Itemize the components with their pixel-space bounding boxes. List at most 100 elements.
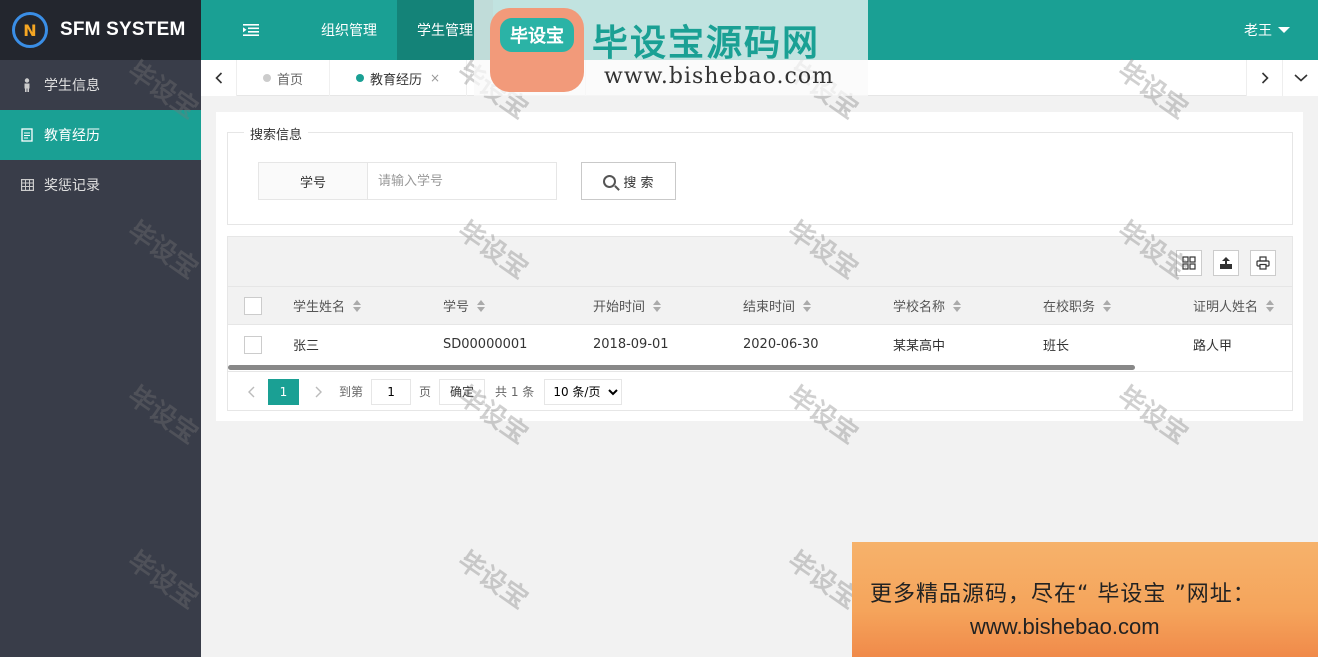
sort-icon xyxy=(1103,299,1112,312)
goto-page-input[interactable] xyxy=(371,378,412,405)
cell-witness-name: 路人甲 xyxy=(1193,339,1233,354)
row-checkbox[interactable] xyxy=(244,335,262,354)
sort-icon xyxy=(1266,299,1275,312)
tab-scroll-right-button[interactable] xyxy=(1246,60,1282,96)
main-panel: 搜索信息 学号 搜 索 学生姓名 学号 开始时间 结束时间 xyxy=(216,112,1303,421)
document-icon xyxy=(20,128,34,142)
table-toolbar xyxy=(228,237,1292,287)
col-student-id[interactable]: 学号 xyxy=(443,296,486,315)
col-label: 学号 xyxy=(443,300,470,315)
goto-label: 到第 xyxy=(339,385,364,399)
col-end-date[interactable]: 结束时间 xyxy=(743,296,812,315)
top-header: 组织管理 学生管理 老王 xyxy=(201,0,1318,60)
sort-icon xyxy=(653,299,662,312)
cell-position: 班长 xyxy=(1043,339,1070,354)
col-position[interactable]: 在校职务 xyxy=(1043,296,1112,315)
column-filter-button[interactable] xyxy=(1176,250,1202,276)
tab-dot-icon xyxy=(356,74,365,82)
student-id-input[interactable] xyxy=(368,163,556,199)
select-all-checkbox-cell xyxy=(244,296,262,315)
tab-label: 教育经历 xyxy=(370,72,423,88)
col-student-name[interactable]: 学生姓名 xyxy=(293,296,362,315)
chevron-down-icon xyxy=(1293,74,1308,82)
table-row[interactable]: 张三 SD00000001 2018-09-01 2020-06-30 某某高中… xyxy=(228,325,1292,364)
promo-line-2: www.bishebao.com xyxy=(970,614,1160,639)
sidebar-item-education[interactable]: 教育经历 xyxy=(0,110,201,160)
print-button[interactable] xyxy=(1250,250,1276,276)
pagination: 1 到第 页 确定 共 1 条 10 条/页 xyxy=(228,371,1292,411)
col-label: 学生姓名 xyxy=(293,300,346,315)
tabs: 首页 教育经历 × 奖惩记录 xyxy=(237,60,587,96)
page-unit-label: 页 xyxy=(419,385,432,399)
cell-start-date: 2018-09-01 xyxy=(593,337,669,352)
chevron-right-icon xyxy=(1261,72,1269,84)
col-label: 结束时间 xyxy=(743,300,796,315)
chevron-left-icon xyxy=(214,72,222,84)
promo-banner: 更多精品源码，尽在“ 毕设宝 ”网址： www.bishebao.com xyxy=(852,542,1318,657)
tab-scroll-left-button[interactable] xyxy=(201,60,237,96)
tab-home[interactable]: 首页 xyxy=(237,60,331,96)
app-title: SFM SYSTEM xyxy=(60,19,186,40)
user-menu[interactable]: 老王 xyxy=(1244,0,1290,60)
prev-page-icon[interactable] xyxy=(238,386,264,398)
next-page-icon[interactable] xyxy=(305,386,331,398)
goto-ok-button[interactable]: 确定 xyxy=(439,378,486,405)
select-all-checkbox[interactable] xyxy=(244,296,262,315)
export-icon xyxy=(1220,257,1232,269)
tab-dot-icon xyxy=(263,74,271,82)
sidebar: 学生信息 教育经历 奖惩记录 xyxy=(0,60,201,657)
nav-org-management[interactable]: 组织管理 xyxy=(301,0,397,60)
col-school-name[interactable]: 学校名称 xyxy=(893,296,962,315)
tab-close-icon[interactable]: × xyxy=(430,71,440,85)
current-page[interactable]: 1 xyxy=(268,378,299,405)
search-legend: 搜索信息 xyxy=(244,124,309,143)
col-label: 在校职务 xyxy=(1043,300,1096,315)
table-header-row: 学生姓名 学号 开始时间 结束时间 学校名称 在校职务 证明人姓名 xyxy=(228,287,1292,325)
watermark-text: 毕设宝 xyxy=(782,545,864,616)
col-witness-name[interactable]: 证明人姓名 xyxy=(1193,296,1275,315)
col-label: 证明人姓名 xyxy=(1193,300,1259,315)
search-button-label: 搜 索 xyxy=(623,175,654,191)
logo-mark-icon: N xyxy=(12,12,48,48)
search-fieldset: 搜索信息 学号 搜 索 xyxy=(227,124,1293,225)
col-label: 学校名称 xyxy=(893,300,946,315)
sidebar-item-label: 教育经历 xyxy=(44,128,100,144)
menu-toggle-button[interactable] xyxy=(201,0,301,60)
sort-icon xyxy=(477,299,486,312)
col-start-date[interactable]: 开始时间 xyxy=(593,296,662,315)
row-checkbox-cell xyxy=(244,335,262,354)
data-table: 学生姓名 学号 开始时间 结束时间 学校名称 在校职务 证明人姓名 张三 SD0… xyxy=(227,236,1293,411)
sort-icon xyxy=(953,299,962,312)
cell-end-date: 2020-06-30 xyxy=(743,337,819,352)
columns-icon xyxy=(1182,256,1196,270)
tab-education[interactable]: 教育经历 × xyxy=(330,60,468,96)
caret-down-icon xyxy=(1278,27,1290,33)
tab-rewards[interactable]: 奖惩记录 xyxy=(467,60,587,96)
export-button[interactable] xyxy=(1213,250,1239,276)
tab-label: 首页 xyxy=(277,72,304,88)
total-count: 共 1 条 xyxy=(495,385,535,399)
tab-menu-button[interactable] xyxy=(1282,60,1318,96)
sidebar-item-label: 奖惩记录 xyxy=(44,178,100,194)
nav-student-management[interactable]: 学生管理 xyxy=(397,0,493,60)
tab-label: 奖惩记录 xyxy=(507,72,560,88)
page-size-select[interactable]: 10 条/页 xyxy=(544,378,623,405)
app-logo: N SFM SYSTEM xyxy=(0,0,201,60)
printer-icon xyxy=(1256,256,1270,270)
search-button[interactable]: 搜 索 xyxy=(581,162,676,200)
sidebar-item-rewards[interactable]: 奖惩记录 xyxy=(0,160,201,210)
search-icon xyxy=(603,174,617,188)
sidebar-item-student-info[interactable]: 学生信息 xyxy=(0,60,201,110)
sidebar-item-label: 学生信息 xyxy=(44,78,100,94)
person-icon xyxy=(20,78,34,92)
cell-student-id: SD00000001 xyxy=(443,337,528,352)
horizontal-scrollbar[interactable] xyxy=(228,365,1135,370)
sort-icon xyxy=(353,299,362,312)
watermark-text: 毕设宝 xyxy=(452,545,534,616)
sort-icon xyxy=(803,299,812,312)
table-icon xyxy=(20,178,34,192)
cell-student-name: 张三 xyxy=(293,339,320,354)
tab-dot-icon xyxy=(493,74,502,82)
user-name: 老王 xyxy=(1244,23,1272,39)
cell-school-name: 某某高中 xyxy=(893,339,946,354)
